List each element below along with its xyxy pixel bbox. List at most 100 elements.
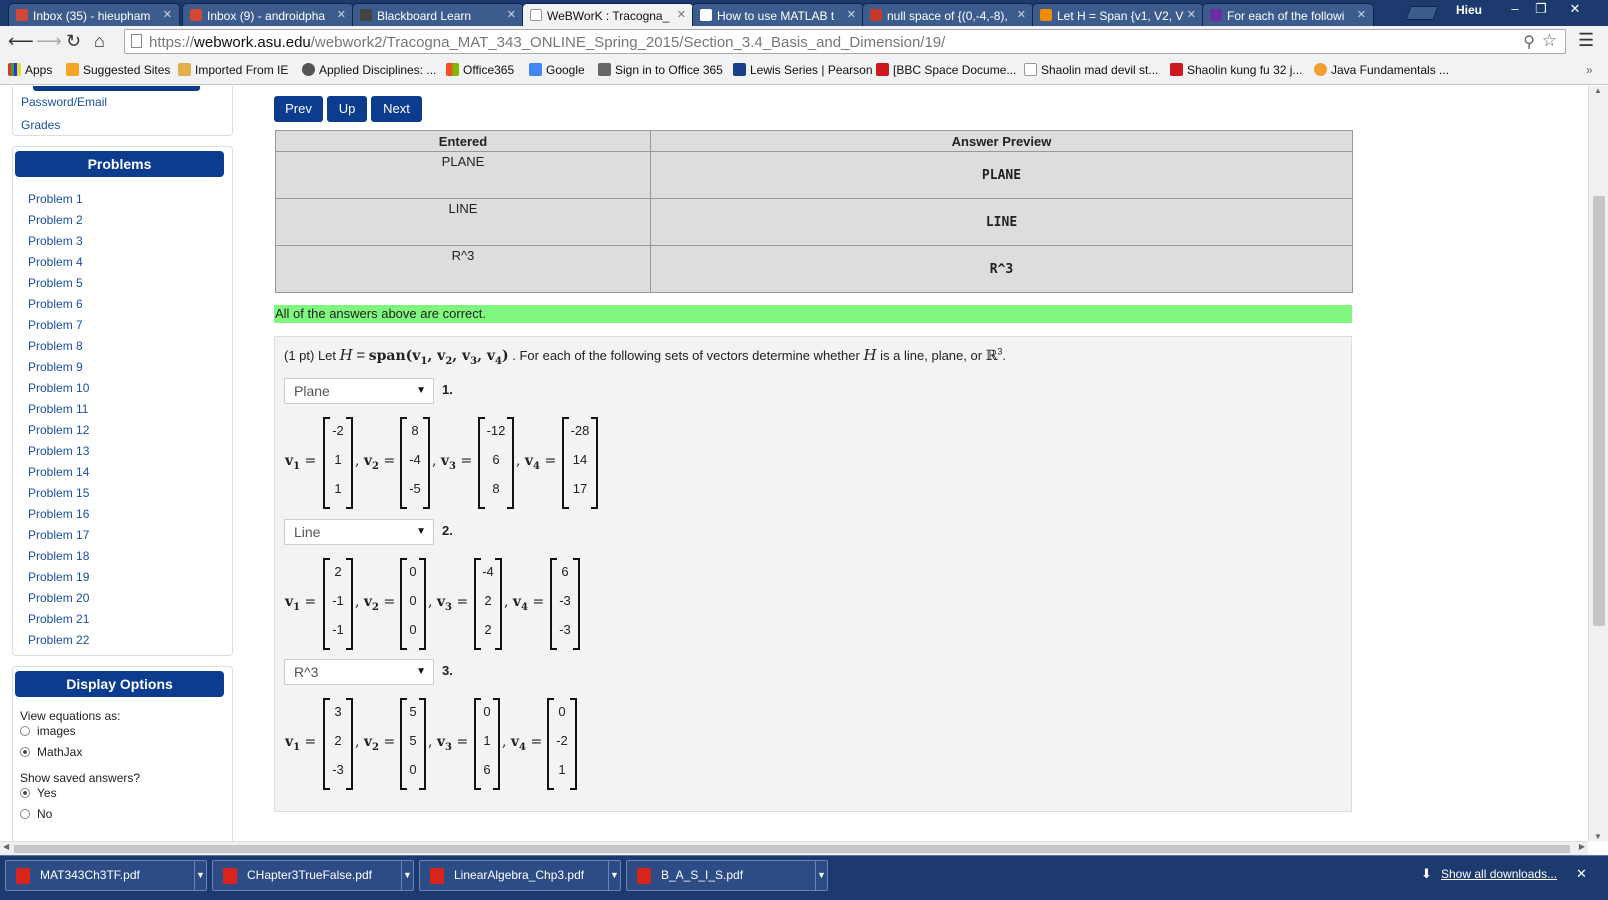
sidebar-item-problem-1[interactable]: Problem 1 [28, 192, 83, 206]
radio-images[interactable] [20, 726, 30, 736]
scroll-up-icon[interactable]: ▲ [1594, 86, 1602, 95]
close-window-icon[interactable]: ✕ [1562, 0, 1588, 20]
vertical-scrollbar[interactable]: ▲ ▼ [1588, 86, 1608, 841]
sidebar-item-problem-18[interactable]: Problem 18 [28, 549, 89, 563]
close-icon[interactable]: ✕ [337, 8, 346, 21]
close-icon[interactable]: ✕ [1576, 866, 1587, 882]
reload-icon[interactable]: ↻ [66, 30, 81, 52]
sidebar-item-problem-3[interactable]: Problem 3 [28, 234, 83, 248]
bookmark-item[interactable]: Apps [8, 63, 52, 77]
bookmark-item[interactable]: Google [529, 63, 585, 77]
bookmarks-bar: Apps Suggested Sites Imported From IE Ap… [0, 57, 1608, 85]
chevron-down-icon[interactable]: ▼ [401, 861, 413, 890]
bookmark-item[interactable]: Imported From IE [178, 63, 288, 77]
star-icon[interactable]: ☆ [1542, 31, 1557, 51]
profile-name[interactable]: Hieu [1456, 3, 1482, 17]
bookmark-item[interactable]: Sign in to Office 365 [598, 63, 723, 77]
download-filename: B_A_S_I_S.pdf [661, 868, 744, 882]
close-icon[interactable]: ✕ [847, 8, 856, 21]
radio-yes[interactable] [20, 788, 30, 798]
sidebar-item-problem-10[interactable]: Problem 10 [28, 381, 89, 395]
scrollbar-thumb[interactable] [14, 845, 1570, 853]
browser-tab[interactable]: Inbox (35) - hieupham ✕ [8, 3, 180, 26]
bookmark-item[interactable]: Java Fundamentals ... [1314, 63, 1449, 77]
scroll-right-icon[interactable]: ▶ [1579, 842, 1585, 851]
close-icon[interactable]: ✕ [163, 8, 172, 21]
sidebar-item-problem-7[interactable]: Problem 7 [28, 318, 83, 332]
address-bar[interactable]: https://webwork.asu.edu/webwork2/Tracogn… [124, 29, 1566, 54]
download-item[interactable]: B_A_S_I_S.pdf ▼ [626, 860, 828, 891]
bookmark-item[interactable]: Shaolin mad devil st... [1024, 63, 1158, 77]
up-button[interactable]: Up [327, 96, 367, 122]
sidebar-item-problem-14[interactable]: Problem 14 [28, 465, 89, 479]
sidebar-item-problem-8[interactable]: Problem 8 [28, 339, 83, 353]
browser-tab[interactable]: How to use MATLAB t ✕ [692, 3, 864, 26]
browser-tab-active[interactable]: WeBWorK : Tracogna_ ✕ [522, 3, 694, 26]
bookmark-item[interactable]: Shaolin kung fu 32 j... [1170, 63, 1302, 77]
sidebar-item-problem-21[interactable]: Problem 21 [28, 612, 89, 626]
bookmark-item[interactable]: Suggested Sites [66, 63, 170, 77]
chevron-down-icon[interactable]: ▼ [815, 861, 827, 890]
sidebar-item-problem-15[interactable]: Problem 15 [28, 486, 89, 500]
back-icon[interactable]: ⟵ [8, 30, 34, 52]
sidebar-item-problem-4[interactable]: Problem 4 [28, 255, 83, 269]
sidebar-link-grades[interactable]: Grades [21, 118, 60, 132]
close-icon[interactable]: ✕ [1187, 8, 1196, 21]
close-icon[interactable]: ✕ [1357, 8, 1366, 21]
chevron-down-icon[interactable]: ▼ [194, 861, 206, 890]
sidebar-item-problem-5[interactable]: Problem 5 [28, 276, 83, 290]
sidebar-item-problem-22[interactable]: Problem 22 [28, 633, 89, 647]
horizontal-scrollbar[interactable]: ◀ ▶ [0, 841, 1588, 855]
next-button[interactable]: Next [371, 96, 422, 122]
math-H: H [863, 346, 877, 364]
scrollbar-thumb[interactable] [1593, 196, 1605, 626]
search-icon[interactable]: ⚲ [1523, 32, 1535, 52]
matrix-entry: 0 [409, 622, 417, 637]
vector-label: , v3 = [428, 734, 469, 753]
sidebar-item-problem-11[interactable]: Problem 11 [28, 402, 88, 416]
browser-tab[interactable]: null space of {(0,-4,-8), ✕ [862, 3, 1034, 26]
chevron-down-icon[interactable]: ▼ [608, 861, 620, 890]
sidebar-item-problem-6[interactable]: Problem 6 [28, 297, 83, 311]
browser-tab[interactable]: Blackboard Learn ✕ [352, 3, 524, 26]
bookmark-item[interactable]: Applied Disciplines: ... [302, 63, 436, 77]
sidebar-item-problem-19[interactable]: Problem 19 [28, 570, 89, 584]
sidebar-item-problem-9[interactable]: Problem 9 [28, 360, 83, 374]
answer-select-3[interactable]: R^3 ▼ [284, 659, 434, 685]
download-item[interactable]: MAT343Ch3TF.pdf ▼ [5, 860, 207, 891]
sidebar-item-problem-13[interactable]: Problem 13 [28, 444, 89, 458]
show-all-downloads-link[interactable]: Show all downloads... [1441, 867, 1557, 881]
new-tab-button[interactable] [1405, 6, 1439, 20]
browser-tab[interactable]: Inbox (9) - androidpha ✕ [182, 3, 354, 26]
restore-icon[interactable]: ❐ [1528, 0, 1554, 20]
answer-select-2[interactable]: Line ▼ [284, 519, 434, 545]
more-bookmarks-icon[interactable]: » [1586, 63, 1593, 77]
close-icon[interactable]: ✕ [1017, 8, 1026, 21]
radio-no[interactable] [20, 809, 30, 819]
minimize-icon[interactable]: – [1502, 0, 1528, 20]
sidebar-item-problem-16[interactable]: Problem 16 [28, 507, 89, 521]
home-icon[interactable]: ⌂ [94, 30, 105, 52]
matrix-entry: -4 [482, 564, 494, 579]
scroll-left-icon[interactable]: ◀ [3, 842, 9, 851]
sidebar-item-problem-20[interactable]: Problem 20 [28, 591, 89, 605]
download-item[interactable]: LinearAlgebra_Chp3.pdf ▼ [419, 860, 621, 891]
close-icon[interactable]: ✕ [677, 8, 686, 21]
bookmark-item[interactable]: Office365 [446, 63, 514, 77]
radio-mathjax[interactable] [20, 747, 30, 757]
answer-select-1[interactable]: Plane ▼ [284, 378, 434, 404]
download-item[interactable]: CHapter3TrueFalse.pdf ▼ [212, 860, 414, 891]
forward-icon[interactable]: ⟶ [36, 30, 62, 52]
scroll-down-icon[interactable]: ▼ [1594, 832, 1602, 841]
sidebar-item-problem-17[interactable]: Problem 17 [28, 528, 89, 542]
prev-button[interactable]: Prev [274, 96, 323, 122]
browser-tab[interactable]: For each of the followi ✕ [1202, 3, 1374, 26]
bookmark-item[interactable]: [BBC Space Docume... [876, 63, 1016, 77]
browser-tab[interactable]: Let H = Span {v1, V2, V ✕ [1032, 3, 1204, 26]
bookmark-item[interactable]: Lewis Series | Pearson [733, 63, 873, 77]
menu-icon[interactable]: ☰ [1578, 29, 1594, 51]
sidebar-item-problem-12[interactable]: Problem 12 [28, 423, 89, 437]
close-icon[interactable]: ✕ [507, 8, 516, 21]
sidebar-link-password[interactable]: Password/Email [21, 95, 107, 109]
sidebar-item-problem-2[interactable]: Problem 2 [28, 213, 83, 227]
